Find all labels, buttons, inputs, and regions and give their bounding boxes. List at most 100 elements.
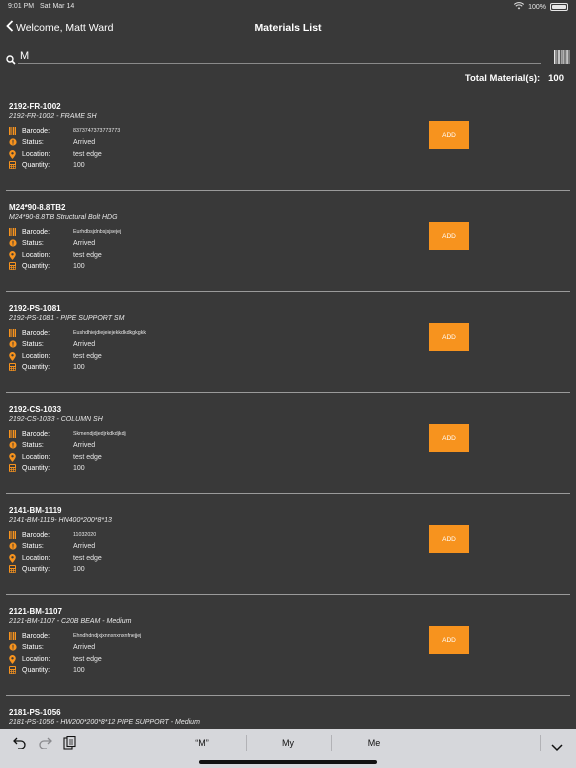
material-code: 2141-BM-1119	[9, 506, 62, 515]
status-row: Status: Arrived	[9, 542, 309, 552]
material-card: M24*90-8.8TB2 M24*90-8.8TB Structural Bo…	[6, 191, 570, 292]
material-card: 2121-BM-1107 2121-BM-1107 - C20B BEAM - …	[6, 595, 570, 696]
add-button[interactable]: ADD	[429, 525, 469, 553]
status-time: 9:01 PM	[8, 3, 35, 10]
add-button[interactable]: ADD	[429, 626, 469, 654]
quantity-value: 100	[73, 364, 85, 371]
location-pin-icon	[9, 554, 16, 565]
add-button[interactable]: ADD	[429, 424, 469, 452]
quantity-value: 100	[73, 162, 85, 169]
material-description: 2192-FR-1002 - FRAME SH	[9, 113, 97, 120]
location-row: Location: test edge	[9, 251, 309, 261]
barcode-icon	[9, 127, 16, 137]
barcode-label: Barcode:	[22, 128, 51, 135]
quantity-row: Quantity: 100	[9, 565, 309, 575]
location-row: Location: test edge	[9, 352, 309, 362]
add-button[interactable]: ADD	[429, 222, 469, 250]
undo-icon[interactable]	[13, 736, 27, 754]
material-code: M24*90-8.8TB2	[9, 203, 66, 212]
barcode-row: Barcode: 11032020	[9, 531, 309, 541]
navigation-bar: Welcome, Matt Ward Materials List	[0, 14, 576, 44]
search-input[interactable]	[18, 48, 541, 64]
suggestion-my[interactable]: My	[238, 738, 338, 748]
chevron-down-icon[interactable]	[551, 739, 563, 757]
quantity-label: Quantity:	[22, 364, 51, 371]
home-indicator[interactable]	[199, 760, 377, 764]
total-materials: Total Material(s): 100	[465, 73, 564, 84]
barcode-label: Barcode:	[22, 330, 51, 337]
barcode-value: Ehndhdndjxjxnnxnxnxnfnejjej	[73, 633, 142, 639]
location-pin-icon	[9, 352, 16, 363]
location-pin-icon	[9, 251, 16, 262]
quantity-label: Quantity:	[22, 566, 51, 573]
status-label: Status:	[22, 543, 44, 550]
add-button[interactable]: ADD	[429, 121, 469, 149]
calculator-icon	[9, 161, 16, 171]
location-row: Location: test edge	[9, 554, 309, 564]
suggestion-quoted[interactable]: “M”	[152, 738, 252, 748]
barcode-value: 8373747373773773	[73, 128, 121, 134]
location-value: test edge	[73, 252, 102, 259]
material-card: 2141-BM-1119 2141-BM-1119- HN400*200*8*1…	[6, 494, 570, 595]
status-right: 100%	[514, 2, 568, 12]
quantity-row: Quantity: 100	[9, 161, 309, 171]
suggestion-divider	[540, 735, 541, 751]
quantity-label: Quantity:	[22, 162, 51, 169]
status-value: Arrived	[73, 442, 96, 449]
material-code: 2192-PS-1081	[9, 304, 61, 313]
quantity-label: Quantity:	[22, 667, 51, 674]
location-value: test edge	[73, 353, 102, 360]
location-value: test edge	[73, 656, 102, 663]
material-card: 2192-PS-1081 2192-PS-1081 - PIPE SUPPORT…	[6, 292, 570, 393]
barcode-icon	[9, 632, 16, 642]
status-icon	[9, 138, 17, 148]
barcode-value: Eushdhiejdiejeiejekkdkdkgkgkk	[73, 330, 147, 336]
status-row: Status: Arrived	[9, 340, 309, 350]
material-card: 2192-FR-1002 2192-FR-1002 - FRAME SH Bar…	[6, 90, 570, 191]
status-row: Status: Arrived	[9, 239, 309, 249]
materials-list: 2192-FR-1002 2192-FR-1002 - FRAME SH Bar…	[6, 90, 570, 768]
location-pin-icon	[9, 655, 16, 666]
barcode-row: Barcode: Eushdhiejdiejeiejekkdkdkgkgkk	[9, 329, 309, 339]
location-value: test edge	[73, 151, 102, 158]
barcode-label: Barcode:	[22, 229, 51, 236]
status-label: Status:	[22, 341, 44, 348]
barcode-icon	[9, 329, 16, 339]
location-row: Location: test edge	[9, 655, 309, 665]
search-row	[0, 46, 576, 68]
material-description: 2192-CS-1033 - COLUMN SH	[9, 416, 103, 423]
paste-icon[interactable]	[63, 735, 76, 755]
material-code: 2181-PS-1056	[9, 708, 61, 717]
barcode-value: 11032020	[73, 532, 97, 538]
barcode-value: Skmendjdjedjrkdkdjkdj	[73, 431, 126, 437]
material-description: M24*90-8.8TB Structural Bolt HDG	[9, 214, 118, 221]
status-date: Sat Mar 14	[40, 3, 75, 10]
add-button[interactable]: ADD	[429, 323, 469, 351]
status-label: Status:	[22, 139, 44, 146]
redo-icon[interactable]	[38, 736, 52, 754]
location-row: Location: test edge	[9, 150, 309, 160]
location-value: test edge	[73, 454, 102, 461]
barcode-row: Barcode: Skmendjdjedjrkdkdjkdj	[9, 430, 309, 440]
status-row: Status: Arrived	[9, 643, 309, 653]
status-icon	[9, 239, 17, 249]
location-label: Location:	[22, 454, 51, 461]
suggestion-me[interactable]: Me	[324, 738, 424, 748]
material-code: 2192-FR-1002	[9, 102, 61, 111]
barcode-scan-icon[interactable]	[554, 50, 570, 69]
status-icon	[9, 441, 17, 451]
location-pin-icon	[9, 453, 16, 464]
material-description: 2141-BM-1119- HN400*200*8*13	[9, 517, 112, 524]
material-code: 2121-BM-1107	[9, 607, 62, 616]
barcode-row: Barcode: Eurhdbsjdnbsjsjsejej	[9, 228, 309, 238]
location-label: Location:	[22, 353, 51, 360]
location-pin-icon	[9, 150, 16, 161]
quantity-value: 100	[73, 667, 85, 674]
wifi-icon	[514, 2, 525, 12]
status-icon	[9, 340, 17, 350]
barcode-icon	[9, 228, 16, 238]
status-bar: 9:01 PM Sat Mar 14 100%	[0, 0, 576, 14]
calculator-icon	[9, 666, 16, 676]
status-icon	[9, 542, 17, 552]
battery-icon	[550, 3, 568, 11]
